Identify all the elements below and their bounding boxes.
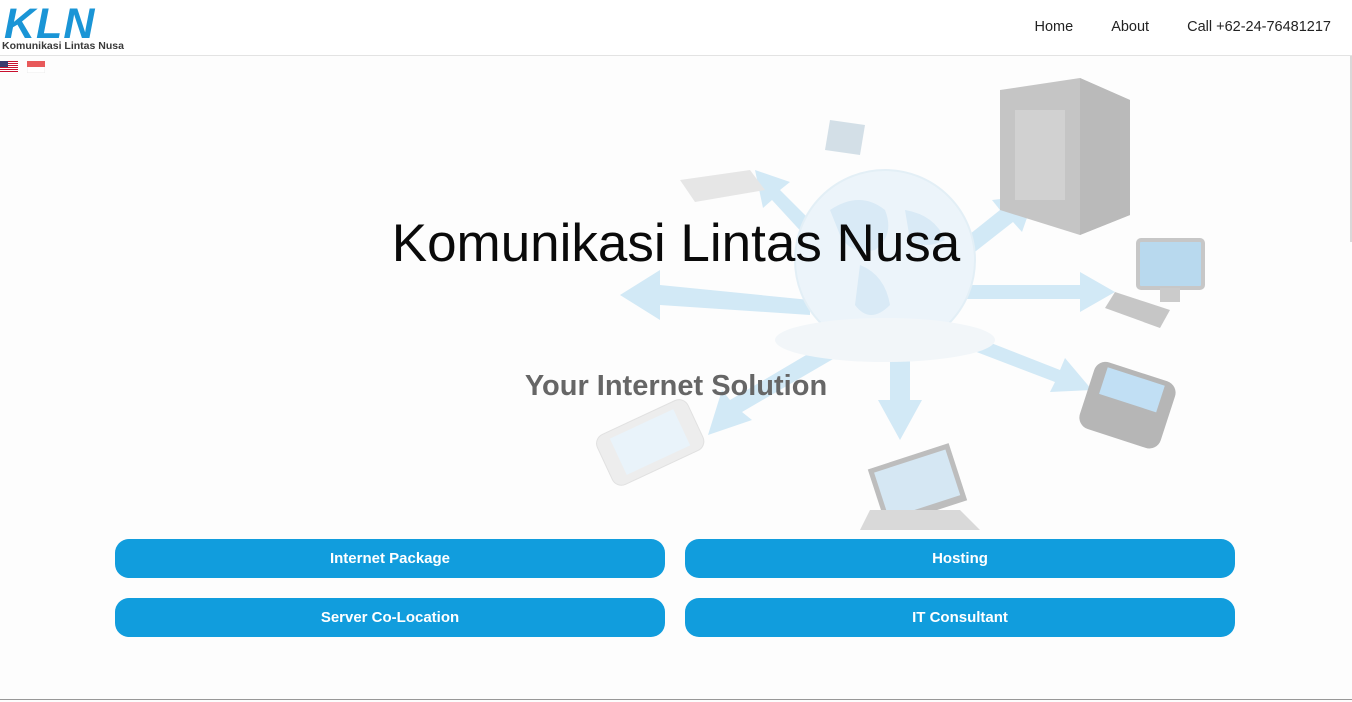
flag-id-icon[interactable]	[27, 61, 45, 73]
logo-subtitle: Komunikasi Lintas Nusa	[2, 40, 124, 52]
server-colocation-button[interactable]: Server Co-Location	[115, 598, 665, 637]
hero-subtitle: Your Internet Solution	[524, 370, 828, 402]
it-consultant-button[interactable]: IT Consultant	[685, 598, 1235, 637]
language-switcher	[0, 61, 45, 73]
main-nav: Home About Call +62-24-76481217	[1035, 19, 1332, 35]
network-illustration	[596, 78, 1205, 530]
nav-about-link[interactable]: About	[1111, 19, 1149, 35]
hosting-button[interactable]: Hosting	[685, 539, 1235, 578]
hero-title: Komunikasi Lintas Nusa	[391, 214, 961, 273]
kln-logo[interactable]: KLN Komunikasi Lintas Nusa	[2, 0, 128, 54]
nav-home-link[interactable]: Home	[1035, 19, 1074, 35]
nav-call-link[interactable]: Call +62-24-76481217	[1187, 19, 1331, 35]
top-navbar: KLN Komunikasi Lintas Nusa Home About Ca…	[0, 0, 1352, 56]
internet-package-button[interactable]: Internet Package	[115, 539, 665, 578]
page-bottom-divider	[0, 699, 1352, 700]
flag-us-icon[interactable]	[0, 61, 18, 73]
